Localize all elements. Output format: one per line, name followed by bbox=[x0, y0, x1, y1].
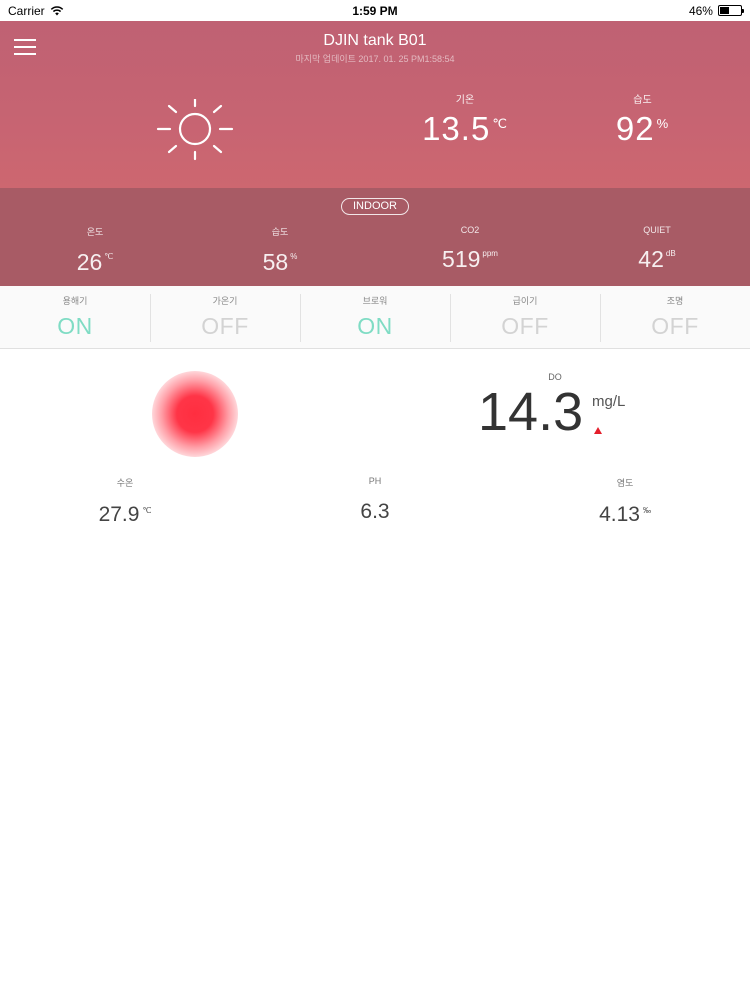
indoor-badge: INDOOR bbox=[341, 198, 409, 215]
salinity-label: 염도 bbox=[616, 478, 634, 488]
tank-status-indicator bbox=[152, 371, 238, 457]
water-temp-number: 27.9 bbox=[98, 503, 140, 526]
header: DJIN tank B01 마지막 업데이트 2017. 01. 25 PM1:… bbox=[0, 21, 750, 188]
indoor-noise-label: QUIET bbox=[643, 225, 671, 235]
status-bar-right: 46% bbox=[542, 3, 744, 18]
equipment-switches: 용해기 ON 가온기 OFF 브로워 ON 급이기 OFF 조명 OFF bbox=[0, 286, 750, 349]
switch-label: 브로워 bbox=[362, 296, 388, 306]
indoor-temp-label: 온도 bbox=[86, 227, 104, 237]
water-temp-value: 27.9 ℃ bbox=[90, 503, 160, 527]
switch-label: 가온기 bbox=[212, 296, 238, 306]
salinity-value: 4.13 ‰ bbox=[590, 503, 660, 527]
outdoor-temp-unit: ℃ bbox=[492, 116, 508, 131]
indoor-humidity-unit: % bbox=[290, 252, 298, 261]
water-temperature: 수온 27.9 ℃ bbox=[90, 476, 160, 527]
outdoor-humidity-label: 습도 bbox=[633, 95, 652, 106]
salinity-unit: ‰ bbox=[642, 506, 651, 515]
indoor-temp-number: 26 bbox=[76, 249, 103, 275]
indoor-noise-value: 42 dB bbox=[614, 246, 700, 273]
switch-blower[interactable]: 브로워 ON bbox=[300, 286, 450, 348]
indoor-noise-number: 42 bbox=[638, 246, 664, 272]
sun-icon bbox=[156, 99, 234, 161]
water-temp-label: 수온 bbox=[116, 478, 134, 488]
carrier-label: Carrier bbox=[8, 3, 45, 18]
status-bar: Carrier 1:59 PM 46% bbox=[0, 0, 750, 21]
switch-label: 조명 bbox=[666, 296, 684, 306]
outdoor-humidity: 습도 92% bbox=[610, 91, 675, 148]
outdoor-humidity-number: 92 bbox=[615, 110, 655, 147]
indoor-co2-unit: ppm bbox=[482, 249, 498, 258]
outdoor-temp-value: 13.5 ℃ bbox=[420, 110, 510, 148]
switch-state: OFF bbox=[501, 313, 549, 339]
switch-state: OFF bbox=[651, 313, 699, 339]
switch-state: ON bbox=[357, 313, 393, 339]
indoor-humidity-value: 58% bbox=[240, 249, 320, 276]
do-unit: mg/L bbox=[592, 393, 626, 410]
outdoor-humidity-unit: % bbox=[656, 116, 670, 131]
outdoor-temp-number: 13.5 bbox=[422, 110, 491, 147]
outdoor-temperature: 기온 13.5 ℃ bbox=[420, 91, 510, 148]
outdoor-humidity-value: 92% bbox=[610, 110, 675, 148]
indoor-co2-label: CO2 bbox=[460, 225, 480, 235]
last-update-text: 마지막 업데이트 2017. 01. 25 PM1:58:54 bbox=[295, 54, 455, 64]
outdoor-temp-label: 기온 bbox=[455, 95, 475, 106]
water-salinity: 염도 4.13 ‰ bbox=[590, 476, 660, 527]
switch-feeder[interactable]: 급이기 OFF bbox=[450, 286, 600, 348]
trend-up-icon bbox=[594, 427, 602, 434]
switch-label: 급이기 bbox=[512, 296, 538, 306]
indoor-co2-value: 519 ppm bbox=[420, 246, 520, 273]
indoor-panel: INDOOR 온도 26 ℃ 습도 58% CO2 519 ppm QUIET 42… bbox=[0, 188, 750, 286]
status-time: 1:59 PM bbox=[352, 3, 398, 18]
battery-icon bbox=[717, 5, 744, 16]
water-temp-unit: ℃ bbox=[142, 506, 152, 515]
indoor-co2-number: 519 bbox=[442, 246, 481, 272]
do-value: 14.3 bbox=[478, 382, 584, 442]
indoor-humidity-label: 습도 bbox=[271, 227, 289, 237]
wifi-icon bbox=[50, 5, 63, 15]
battery-percent: 46% bbox=[688, 3, 713, 18]
switch-label: 용해기 bbox=[62, 296, 88, 306]
switch-state: ON bbox=[57, 313, 93, 339]
indoor-humidity: 습도 58% bbox=[240, 225, 320, 276]
indoor-temperature: 온도 26 ℃ bbox=[55, 225, 135, 276]
ph-label: PH bbox=[368, 476, 382, 486]
indoor-noise: QUIET 42 dB bbox=[614, 225, 700, 273]
water-ph: PH 6.3 bbox=[345, 476, 405, 524]
indoor-temp-value: 26 ℃ bbox=[55, 249, 135, 276]
indoor-noise-unit: dB bbox=[665, 249, 676, 258]
device-title: DJIN tank B01 bbox=[323, 32, 427, 49]
switch-heater[interactable]: 가온기 OFF bbox=[150, 286, 300, 348]
indoor-temp-unit: ℃ bbox=[104, 252, 114, 261]
indoor-co2: CO2 519 ppm bbox=[420, 225, 520, 273]
status-bar-left: Carrier bbox=[8, 4, 208, 18]
switch-dissolver[interactable]: 용해기 ON bbox=[0, 286, 150, 348]
indoor-humidity-number: 58 bbox=[262, 249, 289, 275]
battery-fill bbox=[719, 7, 730, 14]
salinity-number: 4.13 bbox=[599, 503, 640, 526]
switch-state: OFF bbox=[201, 313, 249, 339]
ph-value: 6.3 bbox=[360, 500, 390, 523]
switch-lighting[interactable]: 조명 OFF bbox=[600, 286, 750, 348]
